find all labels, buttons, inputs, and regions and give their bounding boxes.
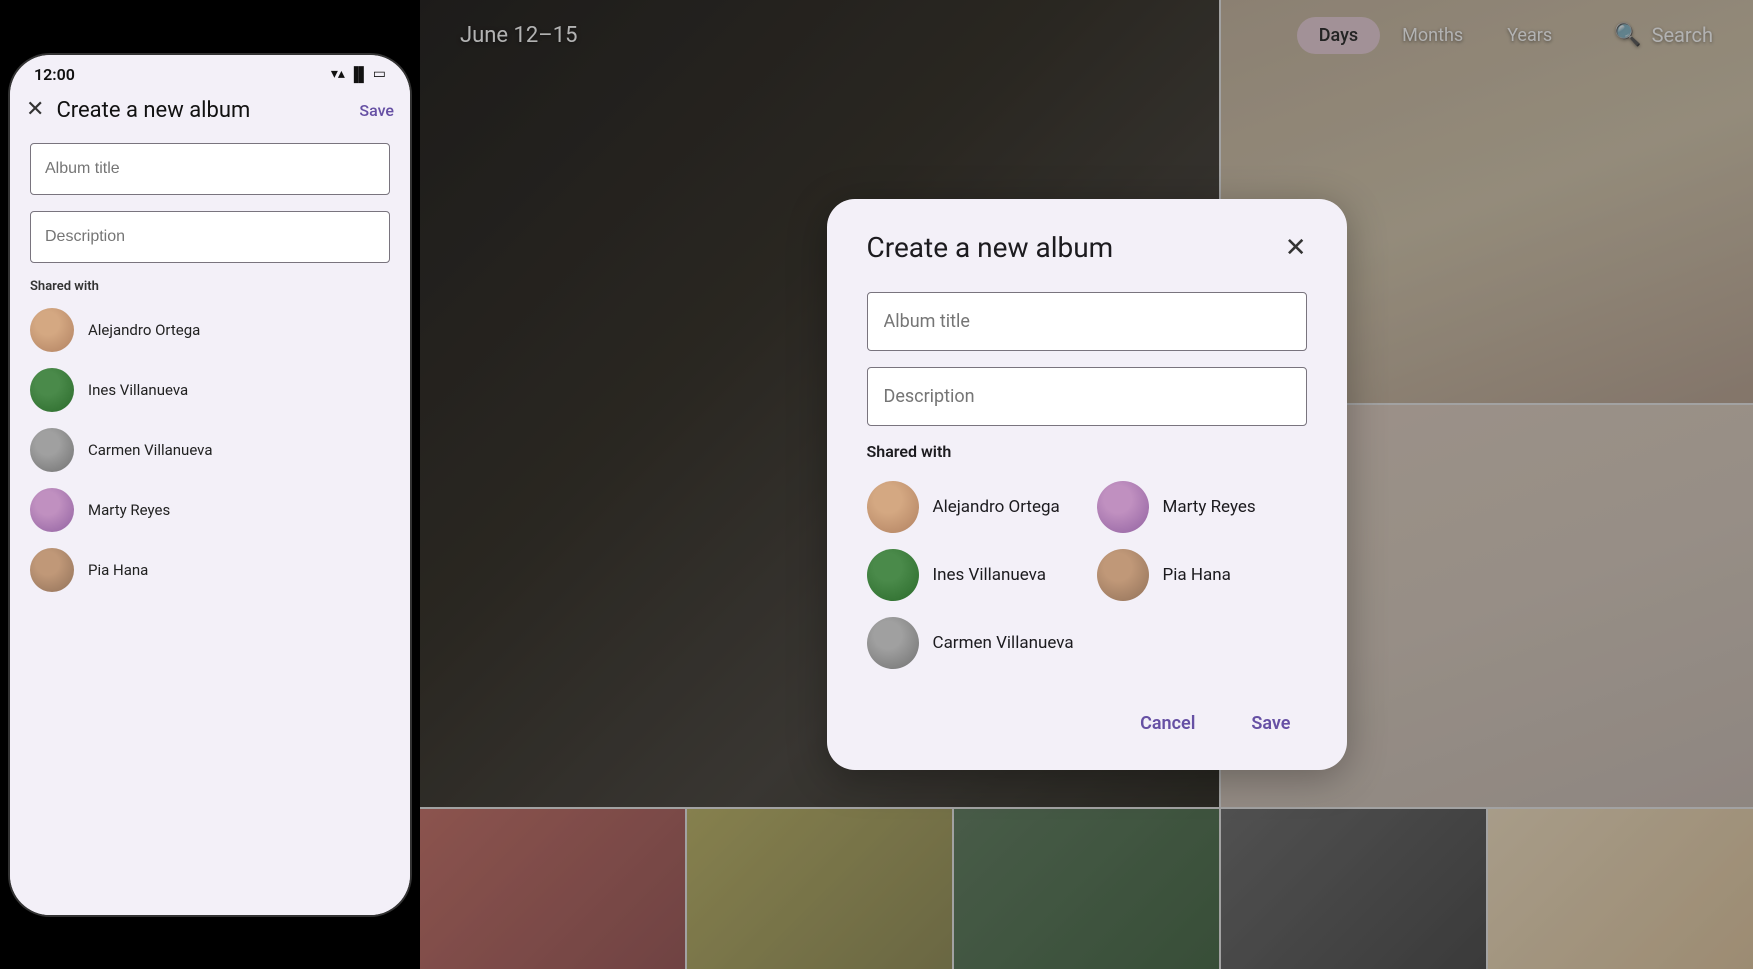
- avatar: [30, 548, 74, 592]
- list-item: Marty Reyes: [1097, 481, 1307, 533]
- phone-save-button[interactable]: Save: [359, 101, 394, 120]
- contact-name: Marty Reyes: [1163, 497, 1256, 517]
- phone-time: 12:00: [34, 65, 75, 84]
- list-item: Carmen Villanueva: [30, 428, 390, 472]
- contact-name: Marty Reyes: [88, 501, 170, 519]
- wifi-icon: ▾▴: [331, 66, 345, 82]
- phone: 12:00 ▾▴ ▐▌ ▭ ✕ Create a new album Save …: [10, 55, 410, 915]
- contact-name: Ines Villanueva: [88, 381, 188, 399]
- phone-description-input[interactable]: [30, 211, 390, 263]
- cancel-button[interactable]: Cancel: [1124, 705, 1211, 742]
- close-button[interactable]: ✕: [26, 99, 44, 121]
- avatar: [30, 428, 74, 472]
- avatar: [1097, 549, 1149, 601]
- avatar: [867, 617, 919, 669]
- album-title-input[interactable]: [867, 292, 1307, 351]
- phone-album-title-input[interactable]: [30, 143, 390, 195]
- avatar: [30, 308, 74, 352]
- desktop-container: June 12–15 Days Months Years 🔍 Search Cr…: [420, 0, 1753, 969]
- phone-dialog-title: Create a new album: [56, 98, 347, 123]
- avatar: [30, 368, 74, 412]
- contact-name: Pia Hana: [1163, 565, 1231, 585]
- avatar: [1097, 481, 1149, 533]
- contact-name: Carmen Villanueva: [933, 633, 1074, 653]
- modal-footer: Cancel Save: [867, 697, 1307, 742]
- phone-content: Shared with Alejandro Ortega Ines Villan…: [10, 131, 410, 915]
- avatar: [867, 549, 919, 601]
- contact-name: Alejandro Ortega: [933, 497, 1060, 517]
- create-album-modal: Create a new album ✕ Shared with Alejand…: [827, 199, 1347, 770]
- signal-icon: ▐▌: [349, 66, 369, 83]
- list-item: Pia Hana: [1097, 549, 1307, 601]
- phone-topbar: ✕ Create a new album Save: [10, 90, 410, 131]
- save-button[interactable]: Save: [1235, 705, 1306, 742]
- status-icons: ▾▴ ▐▌ ▭: [331, 66, 386, 83]
- phone-shared-with-label: Shared with: [30, 279, 390, 294]
- contact-name: Carmen Villanueva: [88, 441, 213, 459]
- modal-header: Create a new album ✕: [867, 231, 1307, 264]
- contact-name: Ines Villanueva: [933, 565, 1047, 585]
- list-item: Marty Reyes: [30, 488, 390, 532]
- battery-icon: ▭: [373, 66, 386, 82]
- contact-name: Pia Hana: [88, 561, 148, 579]
- contact-name: Alejandro Ortega: [88, 321, 200, 339]
- modal-close-button[interactable]: ✕: [1285, 235, 1307, 261]
- shared-with-label: Shared with: [867, 442, 1307, 461]
- list-item: Ines Villanueva: [867, 549, 1077, 601]
- modal-title: Create a new album: [867, 231, 1114, 264]
- list-item: Ines Villanueva: [30, 368, 390, 412]
- list-item: Alejandro Ortega: [867, 481, 1077, 533]
- description-input[interactable]: [867, 367, 1307, 426]
- phone-container: 12:00 ▾▴ ▐▌ ▭ ✕ Create a new album Save …: [0, 0, 420, 969]
- avatar: [867, 481, 919, 533]
- modal-overlay[interactable]: Create a new album ✕ Shared with Alejand…: [420, 0, 1753, 969]
- list-item: Carmen Villanueva: [867, 617, 1077, 669]
- list-item: Pia Hana: [30, 548, 390, 592]
- avatar: [30, 488, 74, 532]
- status-bar: 12:00 ▾▴ ▐▌ ▭: [10, 55, 410, 90]
- list-item: Alejandro Ortega: [30, 308, 390, 352]
- contacts-grid: Alejandro Ortega Marty Reyes Ines Villan…: [867, 481, 1307, 669]
